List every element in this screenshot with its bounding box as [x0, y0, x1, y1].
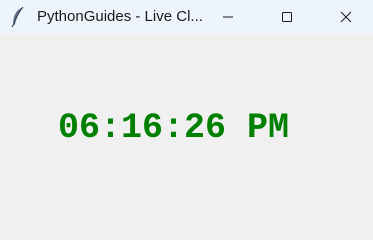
close-icon [340, 11, 352, 23]
title-bar[interactable]: PythonGuides - Live Cl... [0, 0, 373, 34]
close-button[interactable] [323, 0, 369, 34]
maximize-icon [281, 11, 293, 23]
minimize-button[interactable] [205, 0, 251, 34]
minimize-icon [222, 11, 234, 23]
clock-time-label: 06:16:26 PM [58, 108, 290, 148]
clock-panel: 06:16:26 PM [0, 34, 373, 218]
maximize-button[interactable] [264, 0, 310, 34]
window-title: PythonGuides - Live Cl... [37, 8, 203, 25]
app-window: PythonGuides - Live Cl... 06:16:26 PM [0, 0, 373, 218]
feather-icon [10, 6, 26, 28]
